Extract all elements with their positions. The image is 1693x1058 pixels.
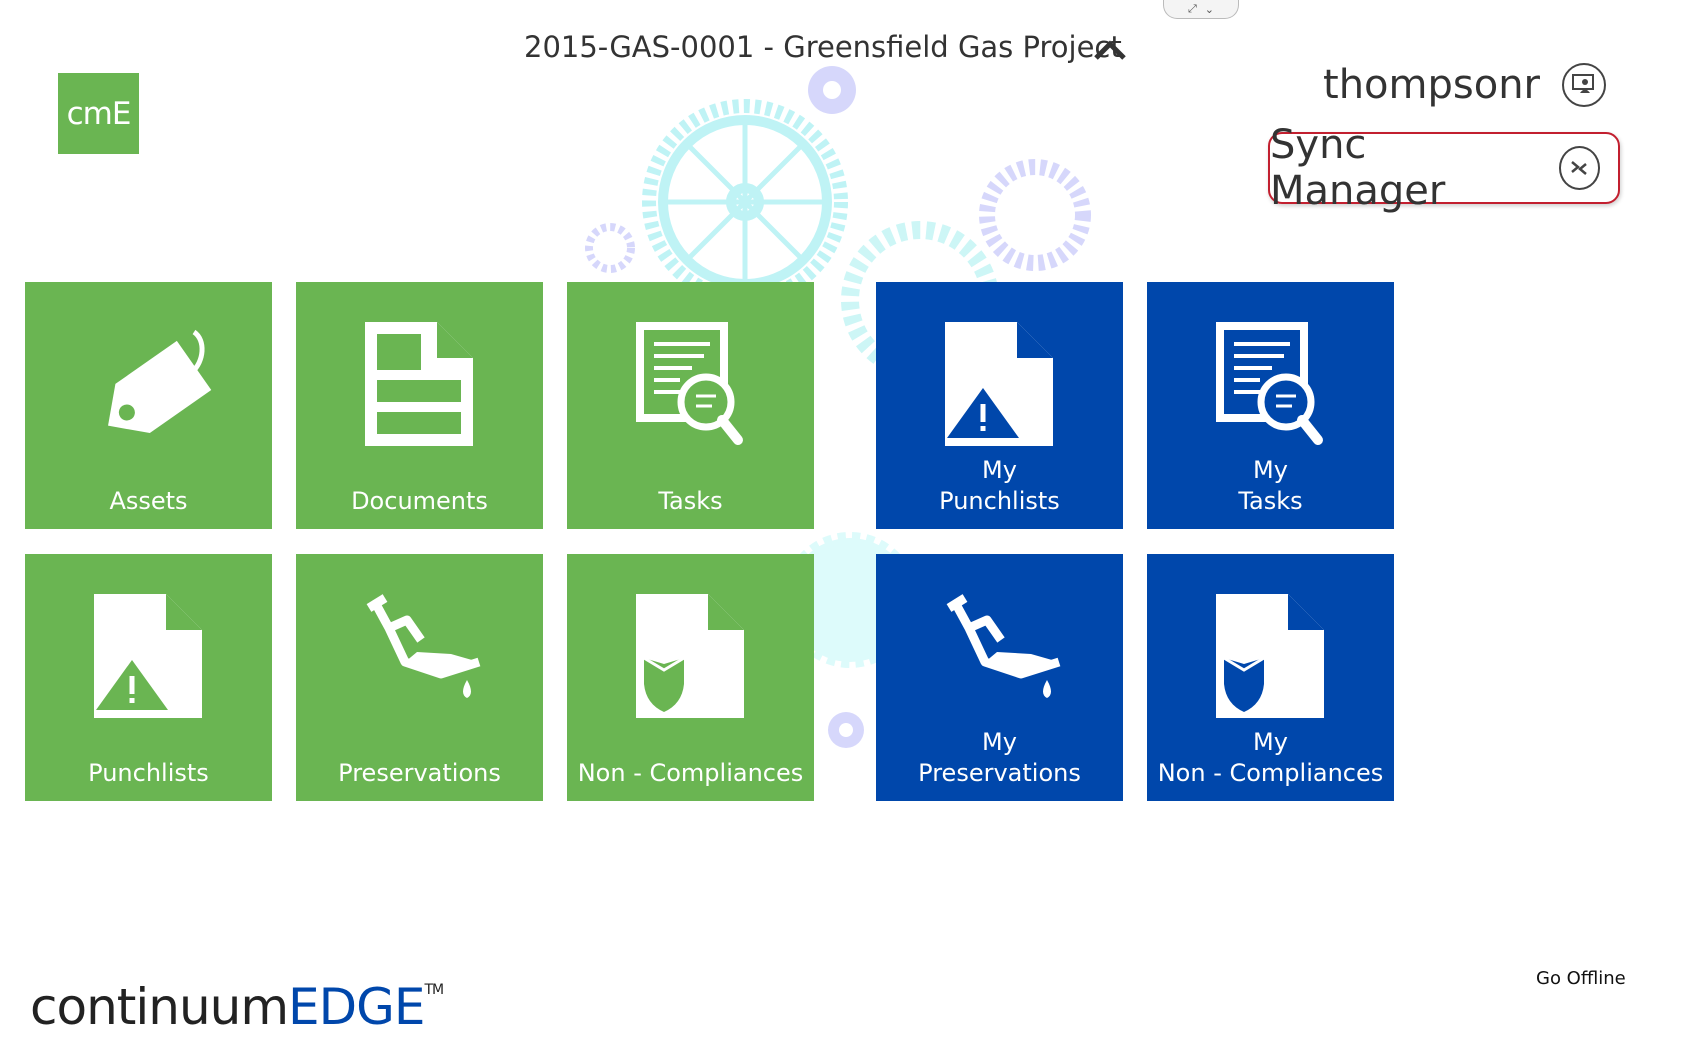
tile-my-punchlists[interactable]: My Punchlists [876, 282, 1123, 529]
tile-non-compliances[interactable]: Non - Compliances [567, 554, 814, 801]
document-icon [364, 322, 473, 446]
chevron-up-icon[interactable] [1092, 38, 1128, 62]
user-row[interactable]: thompsonr [1323, 62, 1606, 108]
tile-my-tasks[interactable]: My Tasks [1147, 282, 1394, 529]
chevron-down-icon[interactable]: ⌄ [1205, 3, 1214, 16]
shield-document-icon [635, 594, 744, 718]
tile-my-preservations[interactable]: My Preservations [876, 554, 1123, 801]
continuum-edge-logo: continuumEDGETM [30, 978, 444, 1036]
tile-my-non-compliances[interactable]: My Non - Compliances [1147, 554, 1394, 801]
task-search-icon [1215, 322, 1323, 445]
tile-label: Tasks [658, 487, 723, 515]
warning-document-icon [93, 594, 202, 718]
tile-preservations[interactable]: Preservations [296, 554, 543, 801]
tile-documents[interactable]: Documents [296, 282, 543, 529]
tile-tasks[interactable]: Tasks [567, 282, 814, 529]
oil-can-icon [366, 594, 480, 698]
tile-assets[interactable]: Assets [25, 282, 272, 529]
shield-document-icon [1215, 594, 1324, 718]
app-bar-handle[interactable]: ⤢ ⌄ [1163, 0, 1239, 19]
sync-icon [1558, 146, 1600, 190]
go-offline-link[interactable]: Go Offline [1536, 968, 1626, 989]
sync-manager-button[interactable]: Sync Manager [1268, 122, 1620, 214]
expand-icon[interactable]: ⤢ [1188, 2, 1197, 16]
sync-manager-label: Sync Manager [1270, 122, 1446, 214]
tile-label: Punchlists [88, 759, 209, 787]
oil-can-icon [946, 594, 1060, 698]
tile-label: Preservations [338, 759, 501, 787]
project-title[interactable]: 2015-GAS-0001 - Greensfield Gas Project [524, 30, 1122, 64]
tile-label: Non - Compliances [577, 759, 804, 787]
user-profile-icon[interactable] [1562, 63, 1606, 107]
tile-label: My Non - Compliances [1157, 728, 1384, 787]
task-search-icon [635, 322, 743, 445]
username: thompsonr [1323, 62, 1540, 108]
tile-label: Documents [351, 487, 488, 515]
tile-label: My Punchlists [939, 456, 1060, 515]
tag-icon [107, 329, 211, 434]
warning-document-icon [944, 322, 1053, 446]
tile-punchlists[interactable]: Punchlists [25, 554, 272, 801]
tile-label: Assets [109, 487, 188, 515]
tile-label: My Preservations [918, 728, 1081, 787]
cme-logo: cmE [58, 73, 139, 154]
tile-label: My Tasks [1238, 456, 1303, 515]
